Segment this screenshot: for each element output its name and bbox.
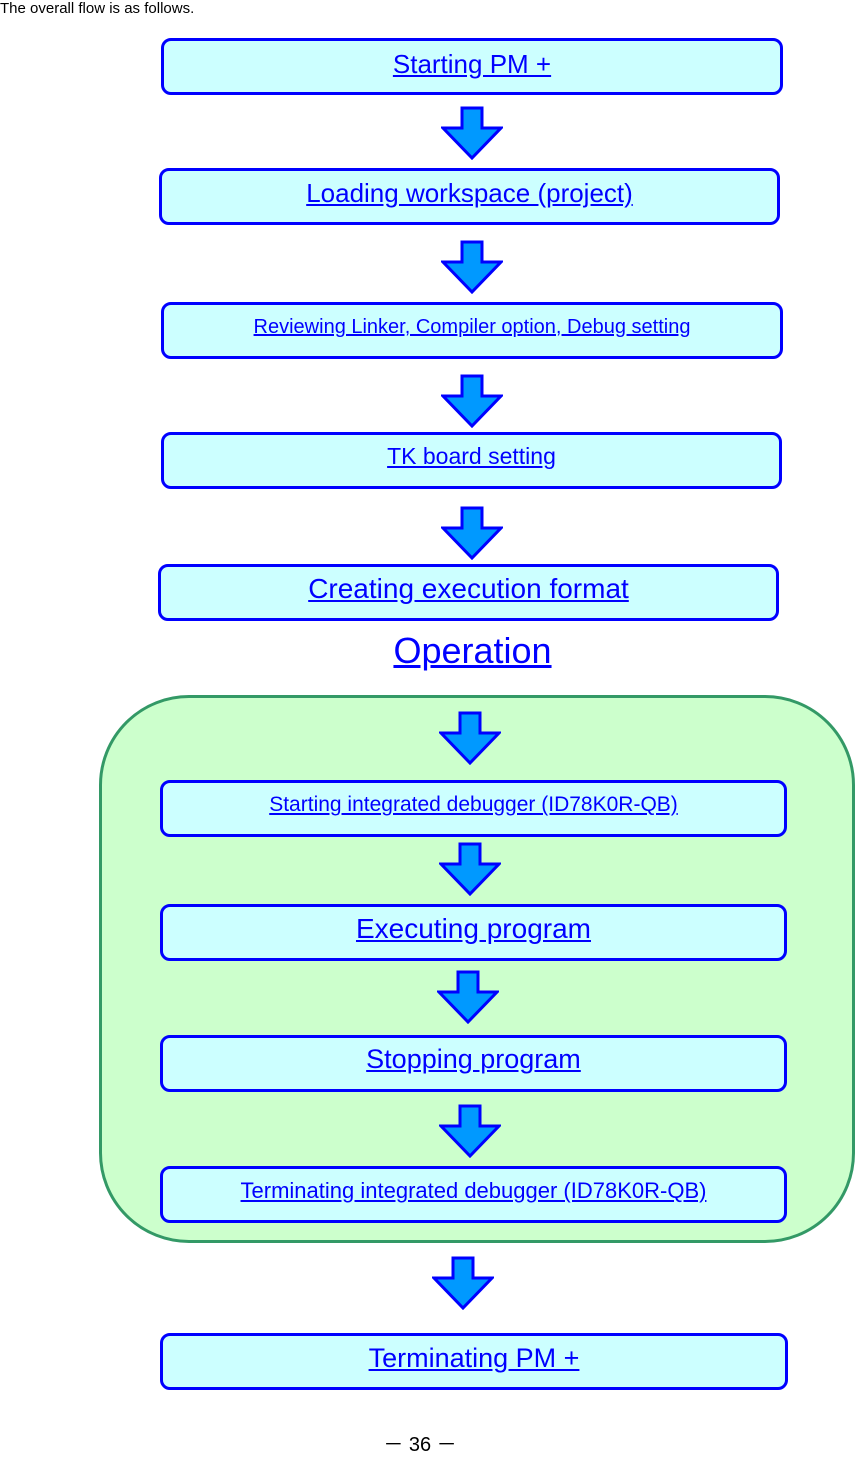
step-label[interactable]: Starting integrated debugger (ID78K0R-QB…	[269, 793, 678, 817]
step-label[interactable]: Creating execution format	[308, 573, 629, 605]
step-label[interactable]: Loading workspace (project)	[306, 178, 633, 209]
down-arrow-icon	[439, 711, 501, 765]
down-arrow-icon	[439, 842, 501, 896]
operation-title[interactable]: Operation	[0, 630, 857, 672]
step-label[interactable]: Executing program	[356, 913, 591, 945]
page-number: － 36 －	[383, 1434, 457, 1456]
step-starting-pm[interactable]: Starting PM +	[161, 38, 783, 95]
step-label[interactable]: TK board setting	[387, 443, 556, 470]
step-starting-debugger[interactable]: Starting integrated debugger (ID78K0R-QB…	[160, 780, 787, 837]
step-terminating-debugger[interactable]: Terminating integrated debugger (ID78K0R…	[160, 1166, 787, 1223]
step-reviewing-options[interactable]: Reviewing Linker, Compiler option, Debug…	[161, 302, 783, 359]
down-arrow-icon	[441, 106, 503, 160]
step-stopping-program[interactable]: Stopping program	[160, 1035, 787, 1092]
step-label[interactable]: Terminating PM +	[369, 1343, 580, 1374]
step-tk-board-setting[interactable]: TK board setting	[161, 432, 782, 489]
intro-text: The overall flow is as follows.	[0, 0, 195, 17]
down-arrow-icon	[441, 506, 503, 560]
step-label[interactable]: Terminating integrated debugger (ID78K0R…	[241, 1178, 707, 1204]
down-arrow-icon	[441, 374, 503, 428]
step-creating-execution-format[interactable]: Creating execution format	[158, 564, 779, 621]
step-terminating-pm[interactable]: Terminating PM +	[160, 1333, 788, 1390]
step-loading-workspace[interactable]: Loading workspace (project)	[159, 168, 780, 225]
step-label[interactable]: Reviewing Linker, Compiler option, Debug…	[254, 316, 691, 339]
step-label[interactable]: Stopping program	[366, 1044, 581, 1075]
down-arrow-icon	[441, 240, 503, 294]
step-label[interactable]: Starting PM +	[393, 49, 551, 80]
operation-group	[99, 695, 855, 1243]
down-arrow-icon	[437, 970, 499, 1024]
down-arrow-icon	[432, 1256, 494, 1310]
step-executing-program[interactable]: Executing program	[160, 904, 787, 961]
down-arrow-icon	[439, 1104, 501, 1158]
